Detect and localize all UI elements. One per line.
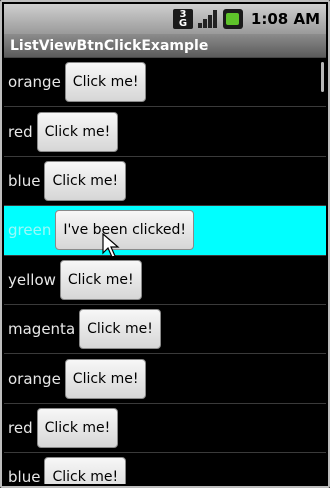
scrollbar[interactable] bbox=[321, 62, 324, 92]
list-item-label: orange bbox=[8, 73, 61, 92]
app-title-bar: ListViewBtnClickExample bbox=[4, 34, 326, 58]
list-item[interactable]: red Click me! bbox=[4, 107, 326, 157]
list-item-label: red bbox=[8, 418, 33, 437]
signal-icon bbox=[197, 9, 219, 29]
list-item-label: orange bbox=[8, 369, 61, 388]
list-item[interactable]: orange Click me! bbox=[4, 354, 326, 404]
list-item-label: yellow bbox=[8, 270, 56, 289]
list-item[interactable]: yellow Click me! bbox=[4, 256, 326, 305]
app-title: ListViewBtnClickExample bbox=[10, 37, 209, 54]
list-item-label: magenta bbox=[8, 320, 76, 339]
click-me-button[interactable]: Click me! bbox=[44, 457, 127, 484]
list-item-label: blue bbox=[8, 468, 41, 484]
click-me-button[interactable]: Click me! bbox=[36, 407, 119, 448]
3g-icon: 3 G bbox=[172, 9, 193, 29]
list-item-label: blue bbox=[8, 171, 41, 190]
list-item[interactable]: red Click me! bbox=[4, 404, 326, 454]
battery-icon bbox=[222, 9, 243, 29]
click-me-button[interactable]: Click me! bbox=[59, 259, 142, 300]
list-item[interactable]: blue Click me! bbox=[4, 157, 326, 207]
list-item[interactable]: orange Click me! bbox=[4, 58, 326, 108]
clicked-button[interactable]: I've been clicked! bbox=[55, 210, 194, 251]
list-item-label: green bbox=[8, 221, 52, 240]
mouse-cursor-icon bbox=[102, 233, 120, 258]
click-me-button[interactable]: Click me! bbox=[36, 111, 119, 152]
list-item[interactable]: magenta Click me! bbox=[4, 305, 326, 355]
list-item-label: red bbox=[8, 122, 33, 141]
click-me-button[interactable]: Click me! bbox=[64, 62, 147, 103]
device-frame: 3 G 1:08 AM ListViewBtnClickExample oran… bbox=[0, 0, 330, 488]
list-item[interactable]: blue Click me! bbox=[4, 453, 326, 484]
list-item-selected[interactable]: green I've been clicked! bbox=[4, 206, 326, 256]
click-me-button[interactable]: Click me! bbox=[44, 160, 127, 201]
status-time: 1:08 AM bbox=[250, 10, 320, 28]
click-me-button[interactable]: Click me! bbox=[79, 309, 161, 350]
click-me-button[interactable]: Click me! bbox=[64, 358, 147, 399]
list-view[interactable]: orange Click me! red Click me! blue Clic… bbox=[4, 58, 326, 484]
status-bar: 3 G 1:08 AM bbox=[4, 4, 326, 34]
